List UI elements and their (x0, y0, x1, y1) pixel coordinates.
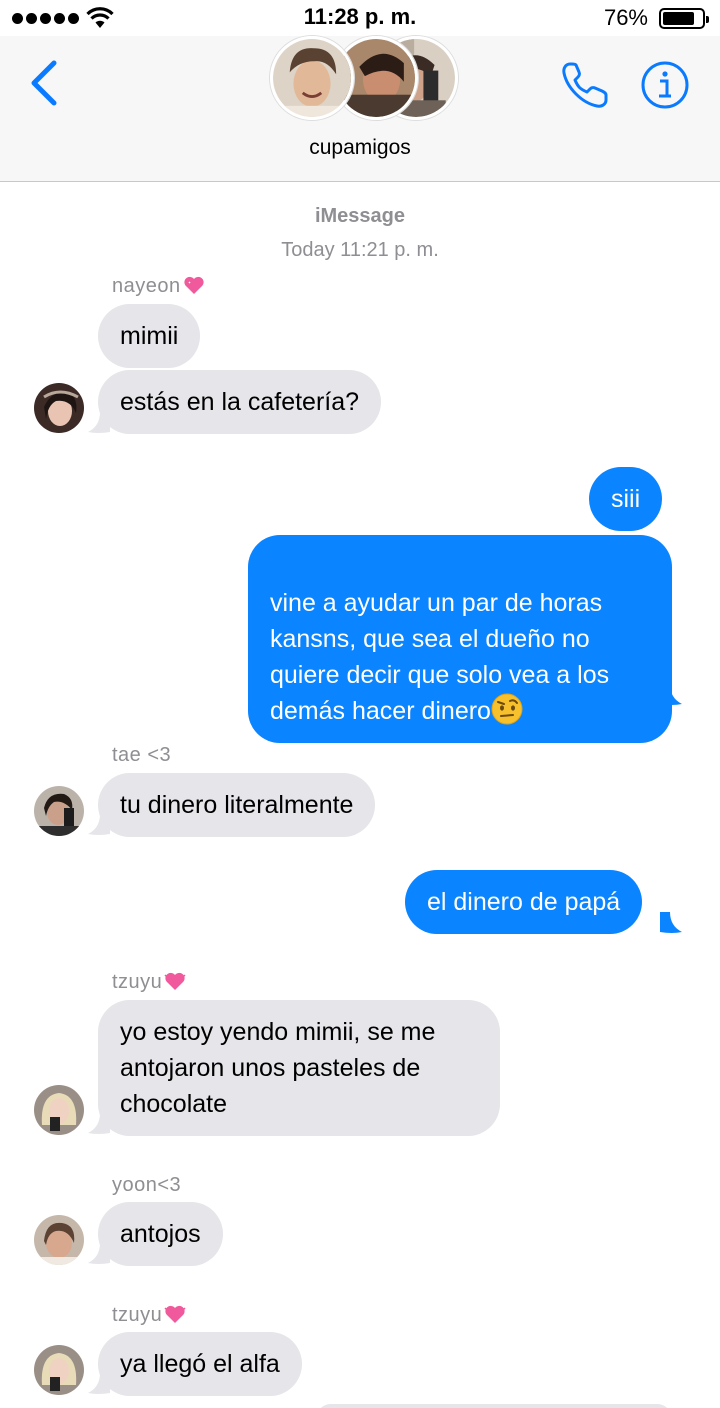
message-bubble[interactable]: siii (589, 467, 663, 531)
info-icon[interactable] (640, 60, 690, 110)
phone-icon[interactable] (558, 58, 612, 112)
beating-heart-icon (164, 1305, 186, 1323)
beating-heart-icon (164, 972, 186, 990)
status-bar: 11:28 p. m. 76% (0, 0, 720, 36)
avatar[interactable] (34, 1215, 84, 1265)
sender-name: tzuyu (112, 1304, 186, 1327)
service-label: iMessage (314, 205, 406, 227)
chevron-left-icon[interactable] (24, 56, 64, 110)
avatar[interactable] (34, 786, 84, 836)
message-bubble[interactable]: vine a ayudar un par de horas kansns, qu… (248, 535, 672, 743)
avatar[interactable] (34, 1345, 84, 1395)
message-bubble[interactable]: antojos (98, 1202, 223, 1266)
group-avatar-stack[interactable] (270, 36, 460, 120)
bubble-tail (660, 912, 682, 933)
messages-screen: 11:28 p. m. 76% cupamigos iMessage Today… (0, 0, 720, 1408)
conversation-header: cupamigos (0, 36, 720, 182)
sender-name: nayeon (112, 275, 205, 298)
message-bubble[interactable]: tu dinero literalmente (98, 773, 376, 837)
sender-name: tae <3 (112, 744, 172, 766)
sender-name: tzuyu (112, 971, 186, 994)
message-bubble[interactable]: el dinero de papá (405, 870, 643, 934)
battery-percentage: 76% (603, 5, 648, 30)
avatar[interactable] (34, 383, 84, 433)
message-bubble-partial (316, 1404, 672, 1408)
message-text: vine a ayudar un par de horas kansns, qu… (270, 589, 610, 725)
sender-name: yoon<3 (112, 1174, 182, 1196)
sender-label: tzuyu (112, 1304, 163, 1326)
message-bubble[interactable]: ya llegó el alfa (98, 1332, 302, 1396)
message-bubble[interactable]: yo estoy yendo mimii, se me antojaron un… (98, 1000, 500, 1136)
group-name[interactable]: cupamigos (0, 136, 720, 160)
sender-label: nayeon (112, 275, 181, 297)
conversation-timestamp: Today 11:21 p. m. (281, 239, 439, 261)
battery-icon (659, 8, 709, 29)
group-avatar-1 (270, 36, 354, 120)
message-bubble[interactable]: estás en la cafetería? (98, 370, 382, 434)
face-with-raised-eyebrow-icon (491, 693, 523, 725)
sparkling-heart-icon (184, 276, 204, 294)
avatar[interactable] (34, 1085, 84, 1135)
sender-label: tzuyu (112, 971, 163, 993)
message-bubble[interactable]: mimii (98, 304, 201, 368)
